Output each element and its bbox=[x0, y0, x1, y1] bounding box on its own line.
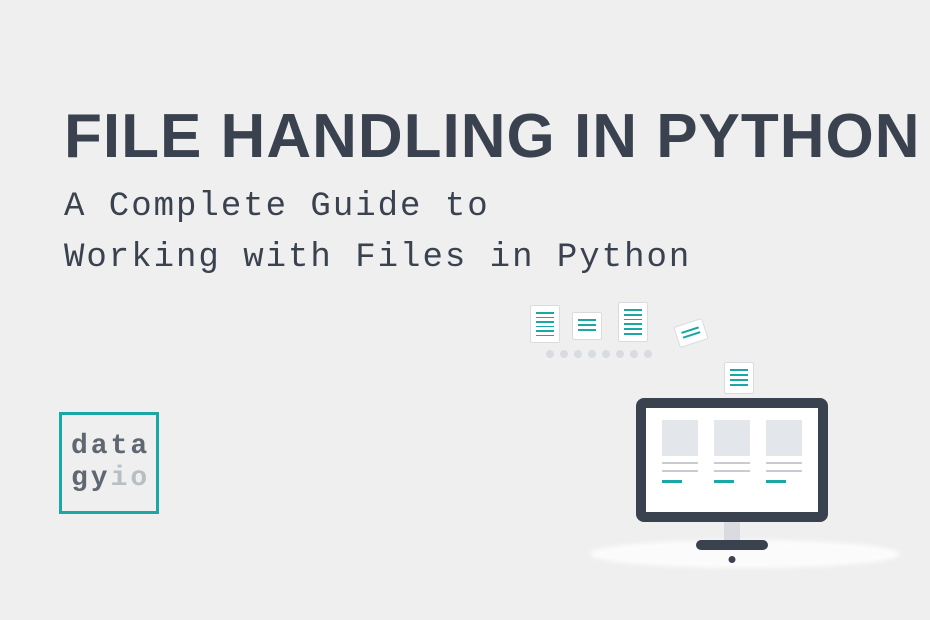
subtitle-line-2: Working with Files in Python bbox=[64, 233, 691, 284]
monitor-frame bbox=[636, 398, 828, 522]
progress-dots bbox=[546, 350, 652, 358]
document-icon bbox=[724, 362, 754, 394]
page-title: FILE HANDLING IN PYTHON bbox=[64, 106, 921, 168]
monitor-stand-neck bbox=[724, 522, 740, 540]
power-indicator-icon bbox=[729, 556, 736, 563]
document-icon bbox=[530, 305, 560, 343]
screen-card bbox=[714, 420, 750, 483]
monitor-screen bbox=[646, 408, 818, 512]
computer-monitor-icon bbox=[636, 398, 828, 550]
logo: data gyio bbox=[59, 412, 159, 514]
screen-card bbox=[662, 420, 698, 483]
document-icon bbox=[673, 318, 708, 348]
logo-text-line1: data bbox=[71, 431, 156, 463]
page-subtitle: A Complete Guide to Working with Files i… bbox=[64, 182, 691, 284]
subtitle-line-1: A Complete Guide to bbox=[64, 182, 691, 233]
monitor-stand-base bbox=[696, 540, 768, 550]
logo-text-line2: gyio bbox=[71, 463, 156, 495]
document-icon bbox=[618, 302, 648, 342]
document-icon bbox=[572, 312, 602, 340]
computer-illustration bbox=[520, 300, 900, 580]
screen-card bbox=[766, 420, 802, 483]
